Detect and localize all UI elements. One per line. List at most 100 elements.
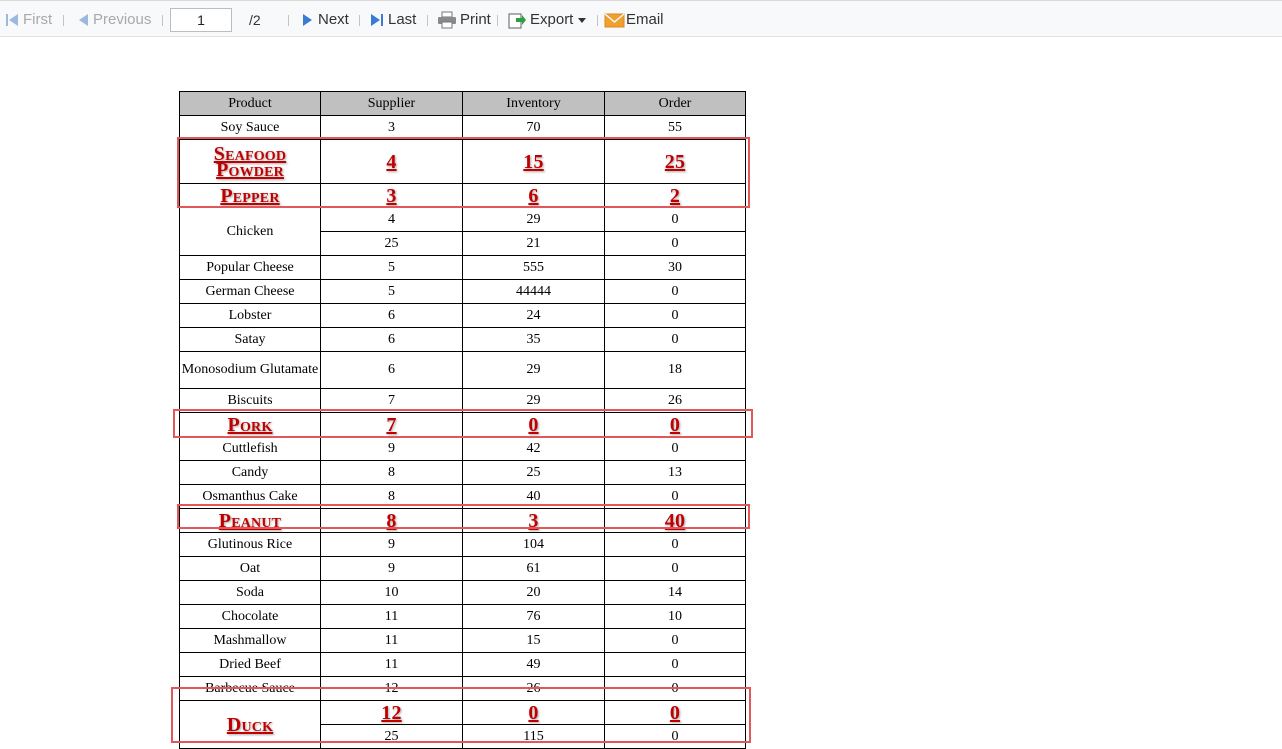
table-row: Osmanthus Cake 8 40 0 (179, 484, 746, 509)
product-report-table: Product Supplier Inventory Order Soy Sau… (179, 91, 746, 749)
product-cell: Seafood Powder (179, 139, 321, 184)
supplier-cell: 11 (320, 604, 463, 629)
table-row: Mashmallow 11 15 0 (179, 628, 746, 653)
product-cell: Candy (179, 460, 321, 485)
next-page-label: Next (318, 11, 349, 28)
supplier-cell: 11 (320, 652, 463, 677)
table-row: Soda 10 20 14 (179, 580, 746, 605)
product-cell: Osmanthus Cake (179, 484, 321, 509)
inventory-cell: 21 (462, 231, 605, 256)
previous-page-icon (79, 13, 88, 26)
order-cell: 0 (604, 327, 746, 352)
first-page-icon (6, 13, 18, 26)
table-row: Monosodium Glutamate 6 29 18 (179, 351, 746, 389)
supplier-cell: 8 (320, 460, 463, 485)
inventory-cell: 40 (462, 484, 605, 509)
product-cell: Satay (179, 327, 321, 352)
product-cell: Pork (179, 412, 321, 437)
inventory-cell: 15 (462, 139, 605, 184)
page-number-input[interactable] (170, 8, 232, 32)
page-total: /2 (249, 11, 261, 28)
product-cell: Monosodium Glutamate (179, 351, 321, 389)
order-cell: 0 (604, 231, 746, 256)
header-product: Product (179, 91, 321, 116)
email-label: Email (626, 11, 664, 28)
table-header-row: Product Supplier Inventory Order (179, 91, 746, 116)
inventory-cell: 44444 (462, 279, 605, 304)
inventory-cell: 70 (462, 115, 605, 140)
export-icon (508, 12, 526, 29)
inventory-cell: 0 (462, 412, 605, 437)
table-row: Chicken 4 29 0 (179, 207, 746, 256)
product-cell: Pepper (179, 183, 321, 208)
header-inventory: Inventory (462, 91, 605, 116)
next-page-button[interactable]: Next (301, 1, 349, 38)
table-row: Biscuits 7 29 26 (179, 388, 746, 413)
header-order: Order (604, 91, 746, 116)
inventory-cell: 555 (462, 255, 605, 280)
order-cell: 14 (604, 580, 746, 605)
table-row: Popular Cheese 5 555 30 (179, 255, 746, 280)
product-cell: Biscuits (179, 388, 321, 413)
table-row: Soy Sauce 3 70 55 (179, 115, 746, 140)
table-row: Satay 6 35 0 (179, 327, 746, 352)
order-cell: 0 (604, 724, 746, 749)
product-cell: German Cheese (179, 279, 321, 304)
table-row: German Cheese 5 44444 0 (179, 279, 746, 304)
inventory-cell: 49 (462, 652, 605, 677)
supplier-cell: 25 (320, 724, 463, 749)
inventory-cell: 29 (462, 388, 605, 413)
table-row: Lobster 6 24 0 (179, 303, 746, 328)
product-cell: Soy Sauce (179, 115, 321, 140)
supplier-cell: 6 (320, 327, 463, 352)
table-row-highlighted: Peanut 8 3 40 (179, 508, 746, 533)
inventory-cell: 76 (462, 604, 605, 629)
order-cell: 10 (604, 604, 746, 629)
product-cell: Barbecue Sauce (179, 676, 321, 701)
printer-icon (438, 11, 456, 28)
supplier-cell: 8 (320, 508, 463, 533)
last-page-icon (371, 13, 383, 26)
email-button[interactable]: Email (604, 1, 664, 38)
table-row: Candy 8 25 13 (179, 460, 746, 485)
inventory-cell: 29 (462, 351, 605, 389)
supplier-cell: 4 (320, 139, 463, 184)
chevron-down-icon (578, 17, 587, 23)
order-cell: 0 (604, 279, 746, 304)
order-cell: 0 (604, 628, 746, 653)
inventory-cell: 115 (462, 724, 605, 749)
inventory-cell: 25 (462, 460, 605, 485)
order-cell: 0 (604, 303, 746, 328)
supplier-cell: 8 (320, 484, 463, 509)
product-cell: Popular Cheese (179, 255, 321, 280)
toolbar-divider (597, 15, 598, 26)
supplier-cell: 7 (320, 412, 463, 437)
toolbar-divider (497, 15, 498, 26)
previous-page-button[interactable]: Previous (76, 1, 151, 38)
product-cell: Lobster (179, 303, 321, 328)
order-cell: 0 (604, 412, 746, 437)
inventory-cell: 26 (462, 676, 605, 701)
order-cell: 0 (604, 700, 746, 725)
supplier-cell: 5 (320, 255, 463, 280)
last-page-button[interactable]: Last (369, 1, 416, 38)
supplier-cell: 9 (320, 532, 463, 557)
table-row: Glutinous Rice 9 104 0 (179, 532, 746, 557)
print-button[interactable]: Print (437, 1, 491, 38)
inventory-cell: 0 (462, 700, 605, 725)
order-cell: 26 (604, 388, 746, 413)
supplier-cell: 10 (320, 580, 463, 605)
product-cell: Mashmallow (179, 628, 321, 653)
first-page-button[interactable]: First (4, 1, 52, 38)
last-page-label: Last (388, 11, 417, 28)
toolbar-divider (427, 15, 428, 26)
table-row-highlighted: Pepper 3 6 2 (179, 183, 746, 208)
export-dropdown-button[interactable]: Export (507, 1, 587, 38)
order-cell: 0 (604, 436, 746, 461)
inventory-cell: 15 (462, 628, 605, 653)
supplier-cell: 6 (320, 303, 463, 328)
table-row: Chocolate 11 76 10 (179, 604, 746, 629)
product-cell: Chicken (179, 207, 321, 256)
order-cell: 25 (604, 139, 746, 184)
export-label: Export (530, 11, 574, 28)
